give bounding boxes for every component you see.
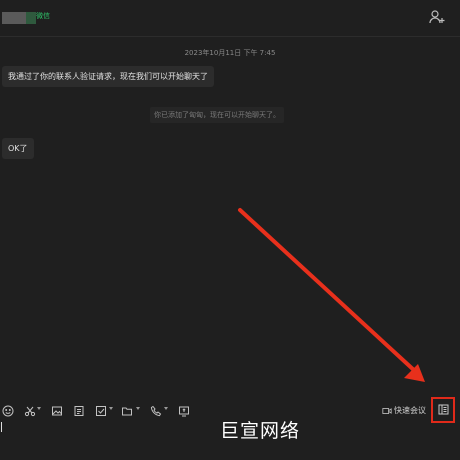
scissors-icon[interactable]: [24, 402, 36, 417]
watermark-text: 巨宣网络: [220, 420, 301, 442]
sidebar-toggle-button[interactable]: [431, 397, 455, 423]
message-bubble[interactable]: 我通过了你的联系人验证请求，现在我们可以开始聊天了: [2, 66, 214, 87]
emoji-icon[interactable]: [2, 402, 14, 417]
text-cursor: [1, 422, 2, 432]
contact-name-redacted: [2, 12, 26, 24]
chevron-down-icon[interactable]: [109, 407, 113, 410]
message-timestamp: 2023年10月11日 下午 7:45: [184, 49, 276, 57]
contact-name-redacted-2: [26, 12, 36, 24]
chevron-down-icon[interactable]: [37, 407, 41, 410]
video-camera-icon: [382, 407, 392, 414]
file-icon[interactable]: [73, 402, 85, 416]
quick-meeting-button[interactable]: 快速会议: [382, 405, 426, 416]
chevron-down-icon[interactable]: [164, 407, 168, 410]
add-user-icon[interactable]: [428, 8, 446, 26]
screen-share-icon[interactable]: [178, 402, 190, 417]
folder-icon[interactable]: [121, 402, 133, 416]
chat-header: 微信: [0, 0, 460, 37]
phone-icon[interactable]: [150, 402, 162, 417]
sidebar-toggle-icon: [438, 404, 449, 415]
quick-meeting-label: 快速会议: [394, 406, 426, 415]
checklist-icon[interactable]: [95, 402, 107, 416]
message-bubble[interactable]: OK了: [2, 138, 34, 159]
system-notice: 你已添加了匈匈，现在可以开始聊天了。: [150, 107, 284, 123]
image-icon[interactable]: [51, 402, 63, 416]
contact-source-tag: 微信: [36, 12, 50, 20]
chevron-down-icon[interactable]: [136, 407, 140, 410]
